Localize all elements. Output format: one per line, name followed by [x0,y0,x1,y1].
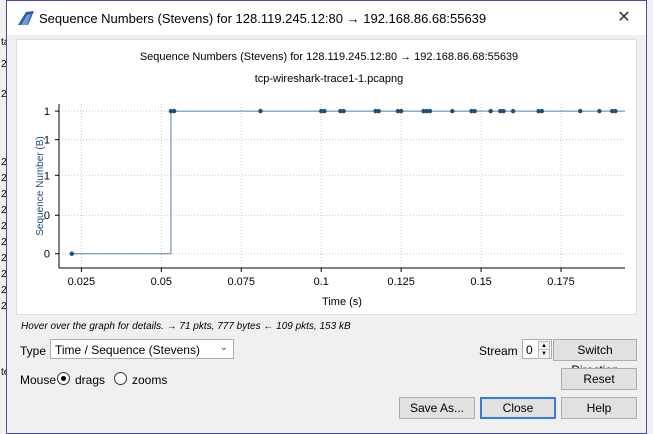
data-point [578,108,583,114]
grid-lines [59,104,625,268]
data-point [450,108,455,114]
y-tick-label: 1 [44,106,50,118]
data-point [69,251,74,256]
y-tick-label: 0 [44,249,50,261]
title-bar[interactable]: Sequence Numbers (Stevens) for 128.119.2… [7,1,646,35]
plot-area[interactable]: Sequence Numbers (Stevens) for 128.119.2… [16,39,637,315]
series-line [71,110,625,255]
y-ticks: 00111 [44,106,59,261]
x-axis-label: Time (s) [322,296,362,308]
data-point [488,108,493,114]
hover-hint: Hover over the graph for details. → 71 p… [21,321,351,332]
graph-type-select[interactable]: Time / Sequence (Stevens) ⌄ [50,339,234,359]
x-tick-label: 0.125 [387,276,415,288]
window-title: Sequence Numbers (Stevens) for 128.119.2… [39,11,487,26]
reset-button[interactable]: Reset [561,368,637,390]
data-point [258,108,263,114]
drags-label: drags [75,373,106,387]
close-button[interactable]: Close [480,397,556,419]
graph-type-value: Time / Sequence (Stevens) [55,343,200,357]
zooms-radio[interactable] [114,372,127,385]
mouse-label: Mouse [20,373,57,387]
series-points [69,108,618,256]
data-point [539,108,545,114]
spin-down-icon[interactable]: ▼ [538,349,550,359]
y-axis-label: Sequence Number (B) [35,136,46,236]
x-tick-label: 0.1 [314,276,329,288]
stream-label: Stream [479,344,518,358]
data-point [341,108,346,114]
data-point [613,108,618,114]
zooms-label: zooms [132,373,168,387]
chart-title: Sequence Numbers (Stevens) for 128.119.2… [140,51,518,63]
sequence-graph-dialog: Sequence Numbers (Stevens) for 128.119.2… [6,0,647,434]
data-point [472,108,477,114]
chevron-down-icon: ⌄ [219,342,228,353]
save-as-button[interactable]: Save As... [399,397,475,419]
x-tick-label: 0.15 [470,276,491,288]
switch-direction-button[interactable]: Switch Direction [553,339,637,377]
chart-subtitle: tcp-wireshark-trace1-1.pcapng [255,73,404,85]
stream-value: 0 [526,343,533,357]
data-point [171,108,177,114]
shark-fin-icon [18,11,34,25]
data-point [597,108,602,114]
data-point [510,108,516,114]
sequence-chart[interactable]: Sequence Numbers (Stevens) for 128.119.2… [17,40,636,314]
type-label: Type [20,344,47,358]
x-tick-label: 0.05 [151,276,172,288]
x-ticks: 0.025 0.05 0.075 0.1 0.125 0.15 0.175 [68,268,575,288]
data-point [501,108,506,114]
data-point [376,108,381,114]
help-button[interactable]: Help [561,397,637,419]
x-tick-label: 0.025 [68,276,96,288]
close-icon[interactable]: ✕ [610,6,638,30]
x-tick-label: 0.075 [228,276,256,288]
data-point [398,108,404,114]
x-tick-label: 0.175 [547,276,575,288]
data-point [322,108,327,114]
stream-spinbox[interactable]: 0 ▲ ▼ [522,339,552,359]
data-point [427,108,433,114]
drags-radio[interactable] [57,372,70,385]
